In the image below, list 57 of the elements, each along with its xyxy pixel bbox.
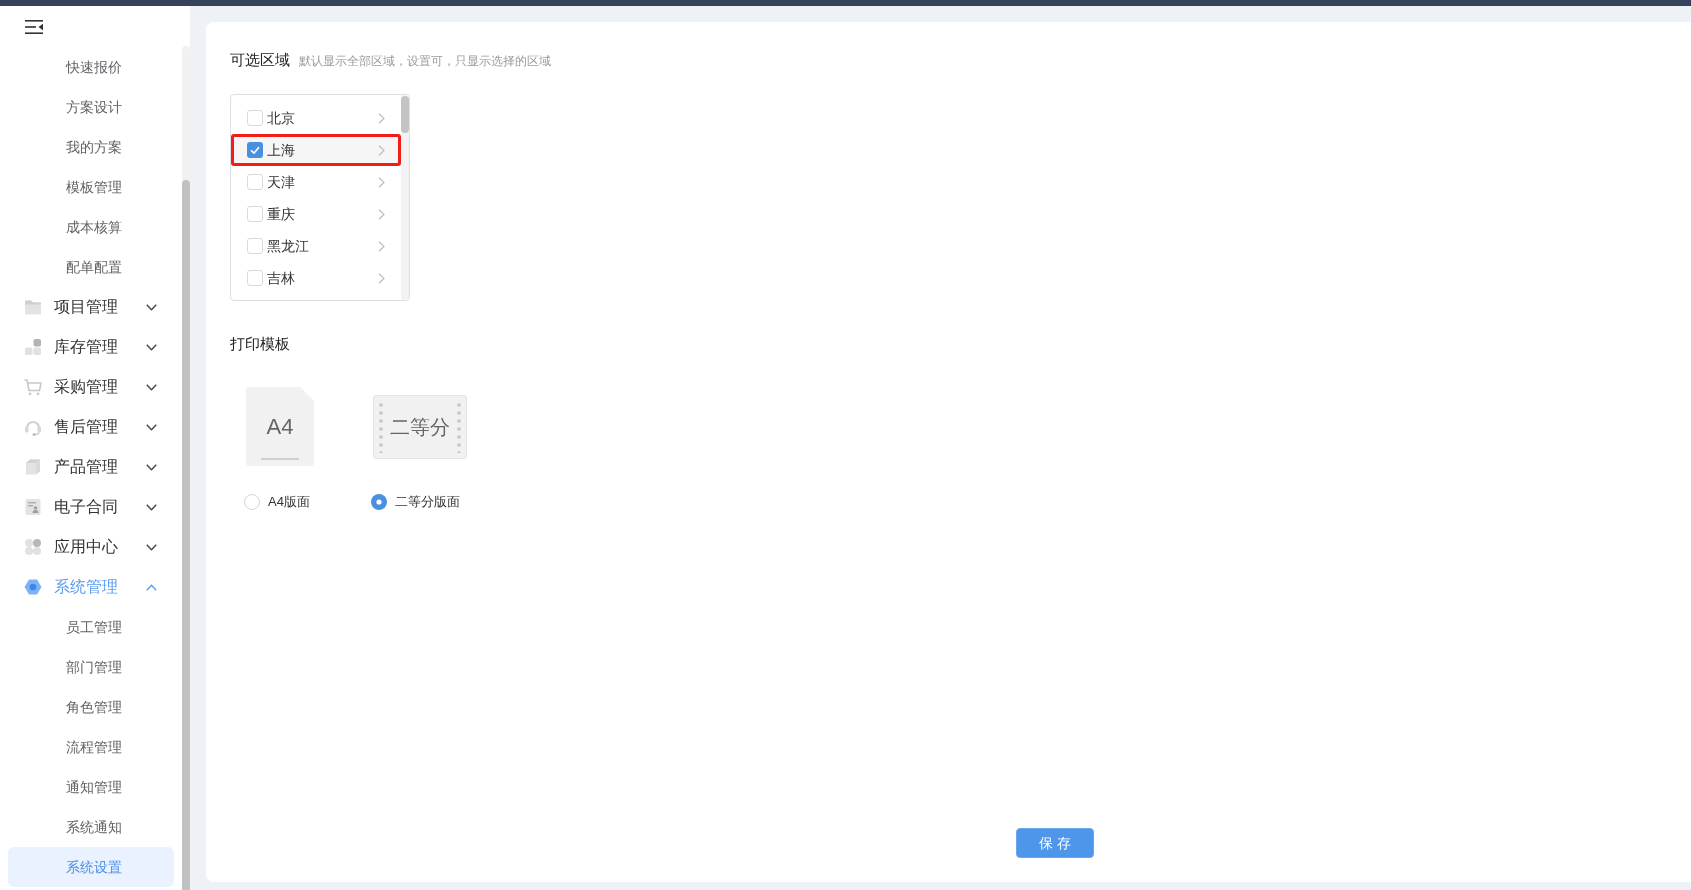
- checkbox[interactable]: [247, 270, 263, 286]
- scrollbar-thumb[interactable]: [401, 96, 409, 133]
- region-row[interactable]: 北京: [231, 102, 401, 134]
- hexagon-icon: [24, 578, 42, 596]
- sidebar-group[interactable]: 售后管理: [0, 407, 182, 447]
- chevron-right-icon: [378, 144, 385, 156]
- chevron-right-icon: [378, 208, 385, 220]
- checkbox[interactable]: [247, 142, 263, 158]
- section-title: 打印模板: [230, 334, 290, 354]
- headset-icon: [24, 418, 42, 436]
- region-row[interactable]: 上海: [231, 134, 401, 166]
- sidebar-item[interactable]: 方案设计: [8, 87, 174, 127]
- sidebar-item[interactable]: 模板管理: [8, 167, 174, 207]
- chevron-right-icon: [378, 272, 385, 284]
- section-title: 可选区域: [230, 50, 290, 70]
- menu-icon[interactable]: [25, 19, 43, 34]
- checkbox[interactable]: [247, 110, 263, 126]
- sidebar-group[interactable]: 电子合同: [0, 487, 182, 527]
- radio-option[interactable]: A4版面: [244, 494, 310, 510]
- blocks-icon: [24, 338, 42, 356]
- sidebar-item[interactable]: 成本核算: [8, 207, 174, 247]
- region-row[interactable]: 天津: [231, 166, 401, 198]
- sidebar-group[interactable]: 项目管理: [0, 287, 182, 327]
- sidebar-item[interactable]: 我的方案: [8, 127, 174, 167]
- sidebar-item[interactable]: 流程管理: [8, 727, 174, 767]
- sidebar-item[interactable]: 系统通知: [8, 807, 174, 847]
- chevron-right-icon: [378, 240, 385, 252]
- document-icon: [24, 498, 42, 516]
- region-row[interactable]: 黑龙江: [231, 230, 401, 262]
- sidebar-group[interactable]: 采购管理: [0, 367, 182, 407]
- checkbox[interactable]: [247, 206, 263, 222]
- checkbox[interactable]: [247, 174, 263, 190]
- sidebar-group[interactable]: 应用中心: [0, 527, 182, 567]
- radio-option[interactable]: 二等分版面: [371, 494, 460, 510]
- chevron-right-icon: [378, 112, 385, 124]
- sidebar-group[interactable]: 库存管理: [0, 327, 182, 367]
- radio-button[interactable]: [244, 494, 260, 510]
- radio-button[interactable]: [371, 494, 387, 510]
- section-hint: 默认显示全部区域，设置可，只显示选择的区域: [299, 53, 551, 70]
- checkbox[interactable]: [247, 238, 263, 254]
- sidebar-item[interactable]: 部门管理: [8, 647, 174, 687]
- sidebar-item[interactable]: 角色管理: [8, 687, 174, 727]
- grid-icon: [24, 538, 42, 556]
- folder-icon: [24, 298, 42, 316]
- cube-icon: [24, 458, 42, 476]
- region-row[interactable]: 吉林: [231, 262, 401, 294]
- split-page-thumbnail[interactable]: 二等分: [373, 394, 467, 459]
- sidebar-group[interactable]: 产品管理: [0, 447, 182, 487]
- chevron-right-icon: [378, 176, 385, 188]
- sidebar-item[interactable]: 员工管理: [8, 607, 174, 647]
- scrollbar-thumb[interactable]: [182, 180, 190, 890]
- sidebar-item[interactable]: 配单配置: [8, 247, 174, 287]
- page-thumbnail[interactable]: A4: [246, 387, 314, 466]
- cart-icon: [24, 378, 42, 396]
- sidebar-item[interactable]: 通知管理: [8, 767, 174, 807]
- region-row[interactable]: 重庆: [231, 198, 401, 230]
- sidebar-item[interactable]: 快速报价: [8, 47, 174, 87]
